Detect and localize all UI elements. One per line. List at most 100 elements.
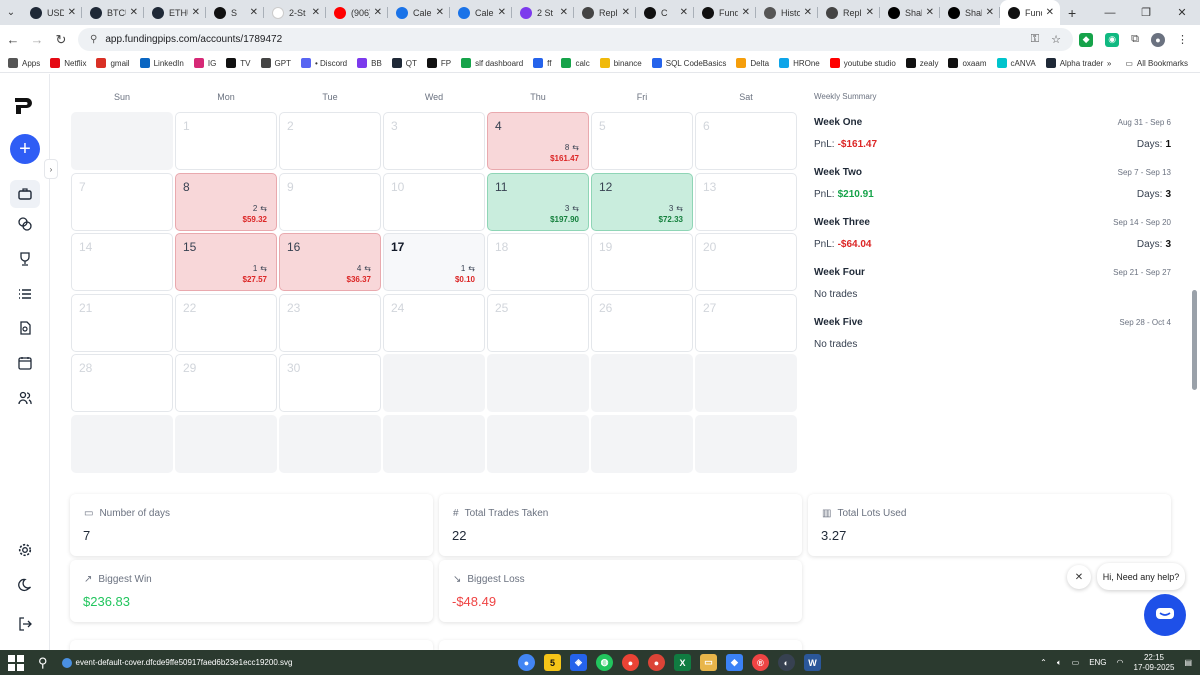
search-icon[interactable]: ⚲ bbox=[38, 655, 48, 671]
calendar-day-cell[interactable]: 2 bbox=[279, 112, 381, 170]
bookmark-item[interactable]: HROne bbox=[779, 58, 820, 68]
bookmark-item[interactable]: Alpha trader bbox=[1045, 58, 1103, 68]
close-chat-icon[interactable]: ✕ bbox=[1067, 565, 1091, 589]
list-nav-item[interactable] bbox=[17, 286, 33, 302]
calendar-day-cell[interactable]: 4 8 ⇆ $161.47 bbox=[487, 112, 589, 170]
bookmark-item[interactable]: Apps bbox=[8, 58, 40, 68]
close-tab-icon[interactable]: ✕ bbox=[374, 7, 382, 18]
chrome-icon[interactable]: ● bbox=[622, 654, 639, 671]
site-info-icon[interactable]: ⚲ bbox=[90, 34, 97, 45]
browser-tab[interactable]: Repl ✕ bbox=[574, 0, 636, 25]
close-tab-icon[interactable]: ✕ bbox=[498, 7, 506, 18]
notifications-icon[interactable]: ▤ bbox=[1184, 658, 1192, 667]
speaker-icon[interactable]: 🔈︎ bbox=[1057, 658, 1062, 668]
bookmark-item[interactable]: LinkedIn bbox=[139, 58, 184, 68]
calendar-nav-item[interactable] bbox=[17, 355, 33, 371]
bookmark-item[interactable]: oxaam bbox=[948, 58, 987, 68]
calendar-day-cell[interactable]: 11 3 ⇆ $197.90 bbox=[487, 172, 589, 231]
clock[interactable]: 22:15 17-09-2025 bbox=[1134, 653, 1175, 673]
browser-tab[interactable]: Fund ✕ bbox=[694, 0, 756, 25]
browser-tab[interactable]: BTCU ✕ bbox=[82, 0, 144, 25]
close-window-icon[interactable]: ✕ bbox=[1164, 0, 1200, 25]
page-scrollbar[interactable] bbox=[1192, 290, 1197, 390]
chrome-icon[interactable]: ● bbox=[518, 654, 535, 671]
calendar-day-cell[interactable]: 1 bbox=[175, 112, 277, 170]
calendar-day-cell[interactable]: 26 bbox=[591, 293, 693, 352]
bookmark-item[interactable]: GPT bbox=[260, 58, 291, 68]
menu-kebab-icon[interactable]: ⋮ bbox=[1177, 33, 1188, 46]
browser-tab[interactable]: ETHU ✕ bbox=[144, 0, 206, 25]
bookmark-star-icon[interactable]: ☆ bbox=[1051, 33, 1061, 46]
close-tab-icon[interactable]: ✕ bbox=[130, 7, 138, 18]
certificates-nav-item[interactable] bbox=[17, 320, 33, 336]
bookmark-item[interactable]: youtube studio bbox=[829, 58, 896, 68]
calendar-day-cell[interactable]: 15 1 ⇆ $27.57 bbox=[175, 233, 277, 291]
extensions-puzzle-icon[interactable]: ⧉ bbox=[1131, 33, 1139, 46]
app-icon[interactable]: ◆ bbox=[726, 654, 743, 671]
bookmark-item[interactable]: SQL CodeBasics bbox=[651, 58, 726, 68]
bookmark-item[interactable]: FP bbox=[426, 58, 451, 68]
wifi-icon[interactable]: ◠ bbox=[1117, 658, 1124, 667]
app-icon[interactable]: ◐ bbox=[778, 654, 795, 671]
close-tab-icon[interactable]: ✕ bbox=[250, 7, 258, 18]
calendar-day-cell[interactable]: 16 4 ⇆ $36.37 bbox=[279, 233, 381, 291]
app-icon[interactable]: ◈ bbox=[570, 654, 587, 671]
password-key-icon[interactable]: ⚿ bbox=[1031, 33, 1039, 46]
bookmark-item[interactable]: • Discord bbox=[300, 58, 347, 68]
chevron-up-icon[interactable]: ⌃ bbox=[1040, 658, 1047, 667]
close-tab-icon[interactable]: ✕ bbox=[866, 7, 874, 18]
theme-toggle[interactable] bbox=[17, 577, 33, 593]
close-tab-icon[interactable]: ✕ bbox=[804, 7, 812, 18]
calendar-day-cell[interactable]: 10 bbox=[383, 172, 485, 231]
fundingpips-logo[interactable] bbox=[13, 96, 35, 122]
close-tab-icon[interactable]: ✕ bbox=[680, 7, 688, 18]
extension-icon[interactable]: ◉ bbox=[1105, 32, 1120, 47]
browser-tab[interactable]: Fund ✕ bbox=[1000, 0, 1060, 25]
calendar-day-cell[interactable]: 12 3 ⇆ $72.33 bbox=[591, 172, 693, 231]
calendar-day-cell[interactable]: 27 bbox=[695, 293, 797, 352]
calendar-day-cell[interactable]: 6 bbox=[695, 112, 797, 170]
close-tab-icon[interactable]: ✕ bbox=[986, 7, 994, 18]
all-bookmarks-folder[interactable]: ▭ All Bookmarks bbox=[1125, 59, 1188, 68]
browser-tab[interactable]: 2-St ✕ bbox=[264, 0, 326, 25]
close-tab-icon[interactable]: ✕ bbox=[312, 7, 320, 18]
close-tab-icon[interactable]: ✕ bbox=[742, 7, 750, 18]
minimize-icon[interactable]: — bbox=[1092, 0, 1128, 25]
word-icon[interactable]: W bbox=[804, 654, 821, 671]
close-tab-icon[interactable]: ✕ bbox=[436, 7, 444, 18]
calendar-day-cell[interactable]: 7 bbox=[71, 172, 173, 231]
calendar-day-cell[interactable]: 22 bbox=[175, 293, 277, 352]
address-bar[interactable]: ⚲ app.fundingpips.com/accounts/1789472 ⚿… bbox=[78, 28, 1073, 51]
browser-tab[interactable]: 2 St ✕ bbox=[512, 0, 574, 25]
bookmark-item[interactable]: binance bbox=[599, 58, 642, 68]
bookmark-item[interactable]: calc bbox=[561, 58, 590, 68]
bookmark-item[interactable]: QT bbox=[391, 58, 417, 68]
browser-tab[interactable]: Repl ✕ bbox=[818, 0, 880, 25]
calendar-day-cell[interactable]: 20 bbox=[695, 233, 797, 291]
bookmark-item[interactable]: ff bbox=[533, 58, 551, 68]
excel-icon[interactable]: X bbox=[674, 654, 691, 671]
browser-tab[interactable]: Cale ✕ bbox=[388, 0, 450, 25]
calendar-day-cell[interactable]: 19 bbox=[591, 233, 693, 291]
calendar-day-cell[interactable]: 24 bbox=[383, 293, 485, 352]
bookmark-item[interactable]: Netflix bbox=[50, 58, 86, 68]
coins-nav-item[interactable] bbox=[17, 216, 33, 232]
calendar-day-cell[interactable]: 18 bbox=[487, 233, 589, 291]
forward-icon[interactable]: → bbox=[26, 32, 48, 47]
more-bookmarks-icon[interactable]: » bbox=[1107, 59, 1111, 68]
calendar-day-cell[interactable]: 23 bbox=[279, 293, 381, 352]
close-tab-icon[interactable]: ✕ bbox=[926, 7, 934, 18]
windows-start-icon[interactable] bbox=[8, 654, 24, 671]
download-item[interactable]: event-default-cover.dfcde9ffe50917faed6b… bbox=[61, 657, 292, 668]
add-account-button[interactable]: + bbox=[10, 134, 40, 164]
calendar-day-cell[interactable]: 17 1 ⇆ $0.10 bbox=[383, 233, 485, 291]
competitions-nav-item[interactable] bbox=[17, 251, 33, 267]
app-icon[interactable]: 5 bbox=[544, 654, 561, 671]
calendar-day-cell[interactable]: 9 bbox=[279, 172, 381, 231]
collapse-sidebar-button[interactable]: › bbox=[44, 159, 58, 179]
profile-avatar[interactable]: ● bbox=[1151, 32, 1165, 47]
chat-greeting[interactable]: Hi, Need any help? bbox=[1097, 563, 1185, 590]
browser-tab[interactable]: Shah ✕ bbox=[940, 0, 1000, 25]
close-tab-icon[interactable]: ✕ bbox=[68, 7, 76, 18]
calendar-day-cell[interactable]: 29 bbox=[175, 354, 277, 412]
